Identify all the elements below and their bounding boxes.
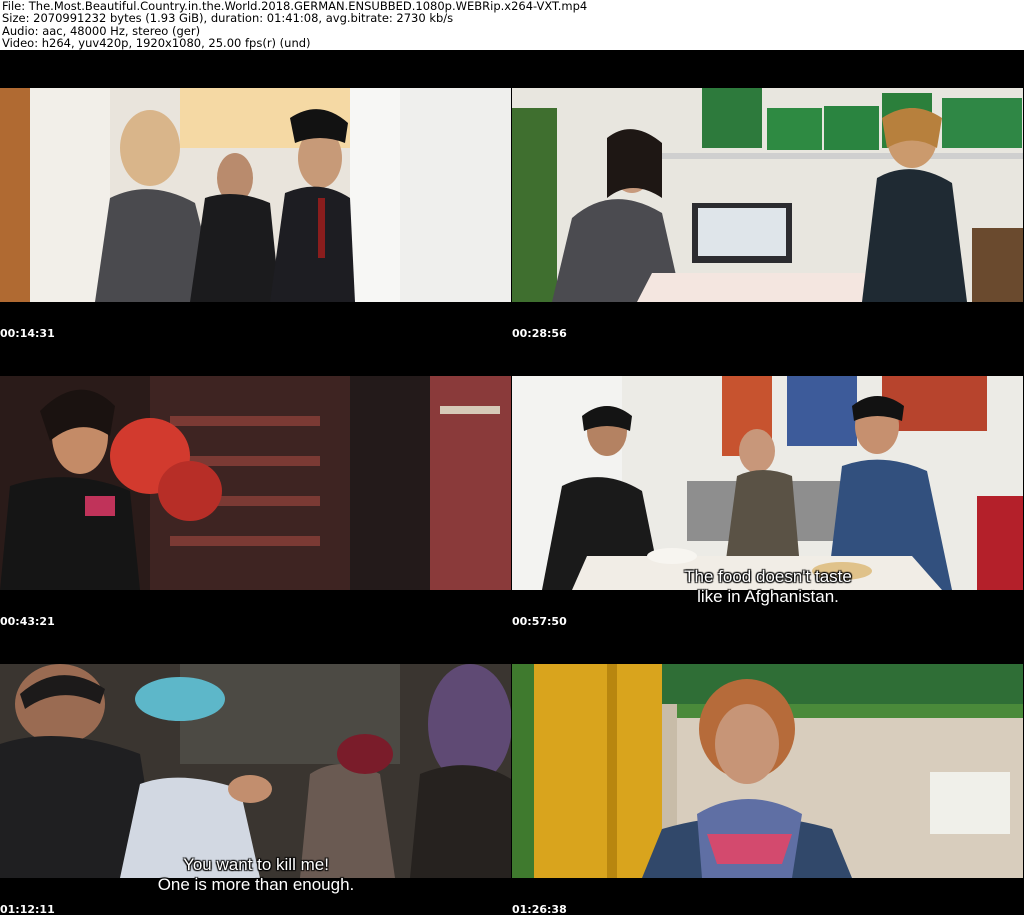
scene-dinner-image	[512, 376, 1023, 590]
scene-laptop-image	[512, 88, 1023, 302]
thumbnail-6: 01:26:38	[512, 626, 1024, 916]
scene-hallway-image	[0, 88, 511, 302]
subtitle-line: The food doesn't taste	[684, 567, 852, 586]
thumbnail-4: The food doesn't taste like in Afghanist…	[512, 338, 1024, 628]
scene-woman-image	[512, 664, 1023, 878]
thumbnail-5-subtitle: You want to kill me! One is more than en…	[0, 855, 512, 895]
thumbnail-grid: 00:14:31 00:28:56 00:43:21 The food does…	[0, 50, 1024, 916]
scene-clothes-image	[0, 664, 511, 878]
file-info-header: File: The.Most.Beautiful.Country.in.the.…	[0, 0, 1024, 50]
subtitle-line: You want to kill me!	[183, 855, 329, 874]
thumbnail-2-image	[512, 88, 1023, 302]
thumbnail-4-image	[512, 376, 1023, 590]
subtitle-line: like in Afghanistan.	[697, 587, 839, 606]
thumbnail-5-image	[0, 664, 511, 878]
thumbnail-2: 00:28:56	[512, 50, 1024, 340]
thumbnail-4-subtitle: The food doesn't taste like in Afghanist…	[512, 567, 1024, 607]
thumbnail-6-image	[512, 664, 1023, 878]
file-size-line: Size: 2070991232 bytes (1.93 GiB), durat…	[2, 11, 454, 26]
thumbnail-3: 00:43:21	[0, 338, 512, 628]
video-info-line: Video: h264, yuv420p, 1920x1080, 25.00 f…	[2, 36, 311, 51]
timestamp-6: 01:26:38	[512, 903, 567, 916]
subtitle-line: One is more than enough.	[157, 875, 355, 894]
thumbnail-1-image	[0, 88, 511, 302]
timestamp-5: 01:12:11	[0, 903, 55, 916]
scene-boxing-image	[0, 376, 511, 590]
thumbnail-1: 00:14:31	[0, 50, 512, 340]
thumbnail-5: You want to kill me! One is more than en…	[0, 626, 512, 916]
thumbnail-3-image	[0, 376, 511, 590]
